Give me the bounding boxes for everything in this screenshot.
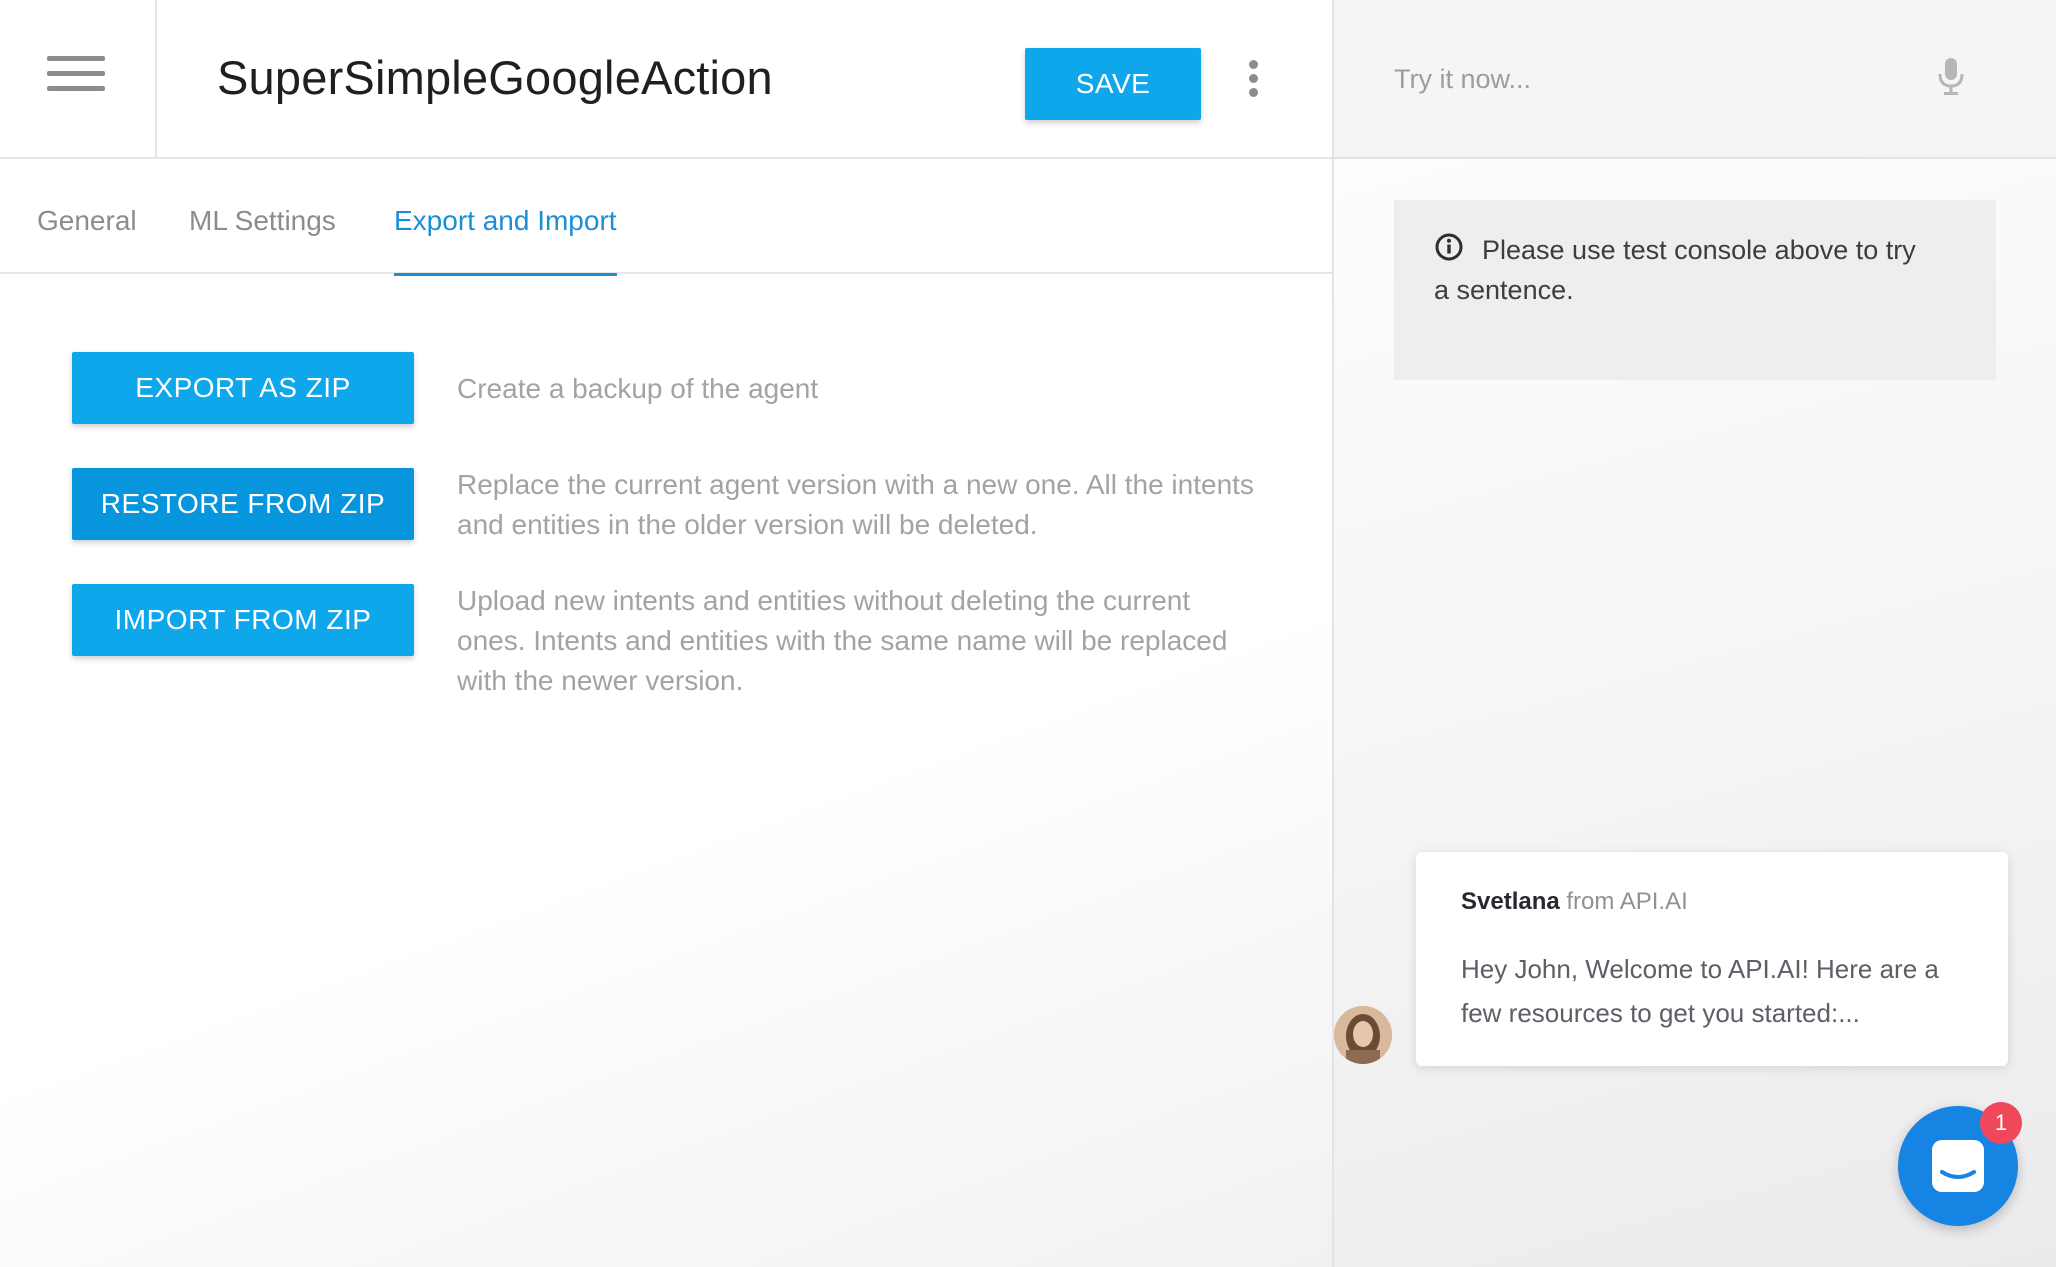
microphone-icon[interactable]	[1936, 56, 1966, 96]
agent-title: SuperSimpleGoogleAction	[217, 51, 773, 104]
avatar	[1334, 1006, 1392, 1064]
info-message-box: Please use test console above to try a s…	[1394, 200, 1996, 380]
save-button[interactable]: SAVE	[1025, 48, 1201, 120]
tab-export-and-import[interactable]: Export and Import	[394, 161, 617, 276]
import-from-zip-button[interactable]: IMPORT FROM ZIP	[72, 584, 414, 656]
tab-general[interactable]: General	[37, 161, 137, 274]
test-console-pane: Please use test console above to try a s…	[1332, 0, 2056, 1267]
app-window: SuperSimpleGoogleAction SAVE General ML …	[0, 0, 2056, 1267]
header-bar: SuperSimpleGoogleAction SAVE	[0, 0, 1332, 159]
export-description: Create a backup of the agent	[457, 373, 819, 404]
restore-from-zip-button[interactable]: RESTORE FROM ZIP	[72, 468, 414, 540]
chat-sender: Svetlana from API.AI	[1461, 888, 1688, 916]
kebab-menu-icon[interactable]	[1246, 60, 1260, 98]
notification-badge: 1	[1980, 1102, 2022, 1144]
menu-cell	[0, 0, 157, 159]
restore-description: Replace the current agent version with a…	[457, 469, 1254, 540]
chat-message: Hey John, Welcome to API.AI! Here are a …	[1461, 954, 1939, 1028]
test-console-bar	[1334, 0, 2056, 159]
agent-settings-pane: SuperSimpleGoogleAction SAVE General ML …	[0, 0, 1332, 1267]
chat-sender-name: Svetlana	[1461, 888, 1560, 915]
try-it-now-input[interactable]	[1394, 56, 1914, 102]
export-as-zip-button[interactable]: EXPORT AS ZIP	[72, 352, 414, 424]
chat-preview-card[interactable]: Svetlana from API.AI Hey John, Welcome t…	[1416, 852, 2008, 1066]
chat-sender-org: from API.AI	[1566, 888, 1688, 915]
tab-ml-settings[interactable]: ML Settings	[189, 161, 336, 274]
info-message-text: Please use test console above to try a s…	[1434, 235, 1916, 305]
import-description: Upload new intents and entities without …	[457, 585, 1228, 696]
settings-tabs: General ML Settings Export and Import	[0, 161, 1332, 276]
hamburger-icon[interactable]	[47, 56, 105, 92]
